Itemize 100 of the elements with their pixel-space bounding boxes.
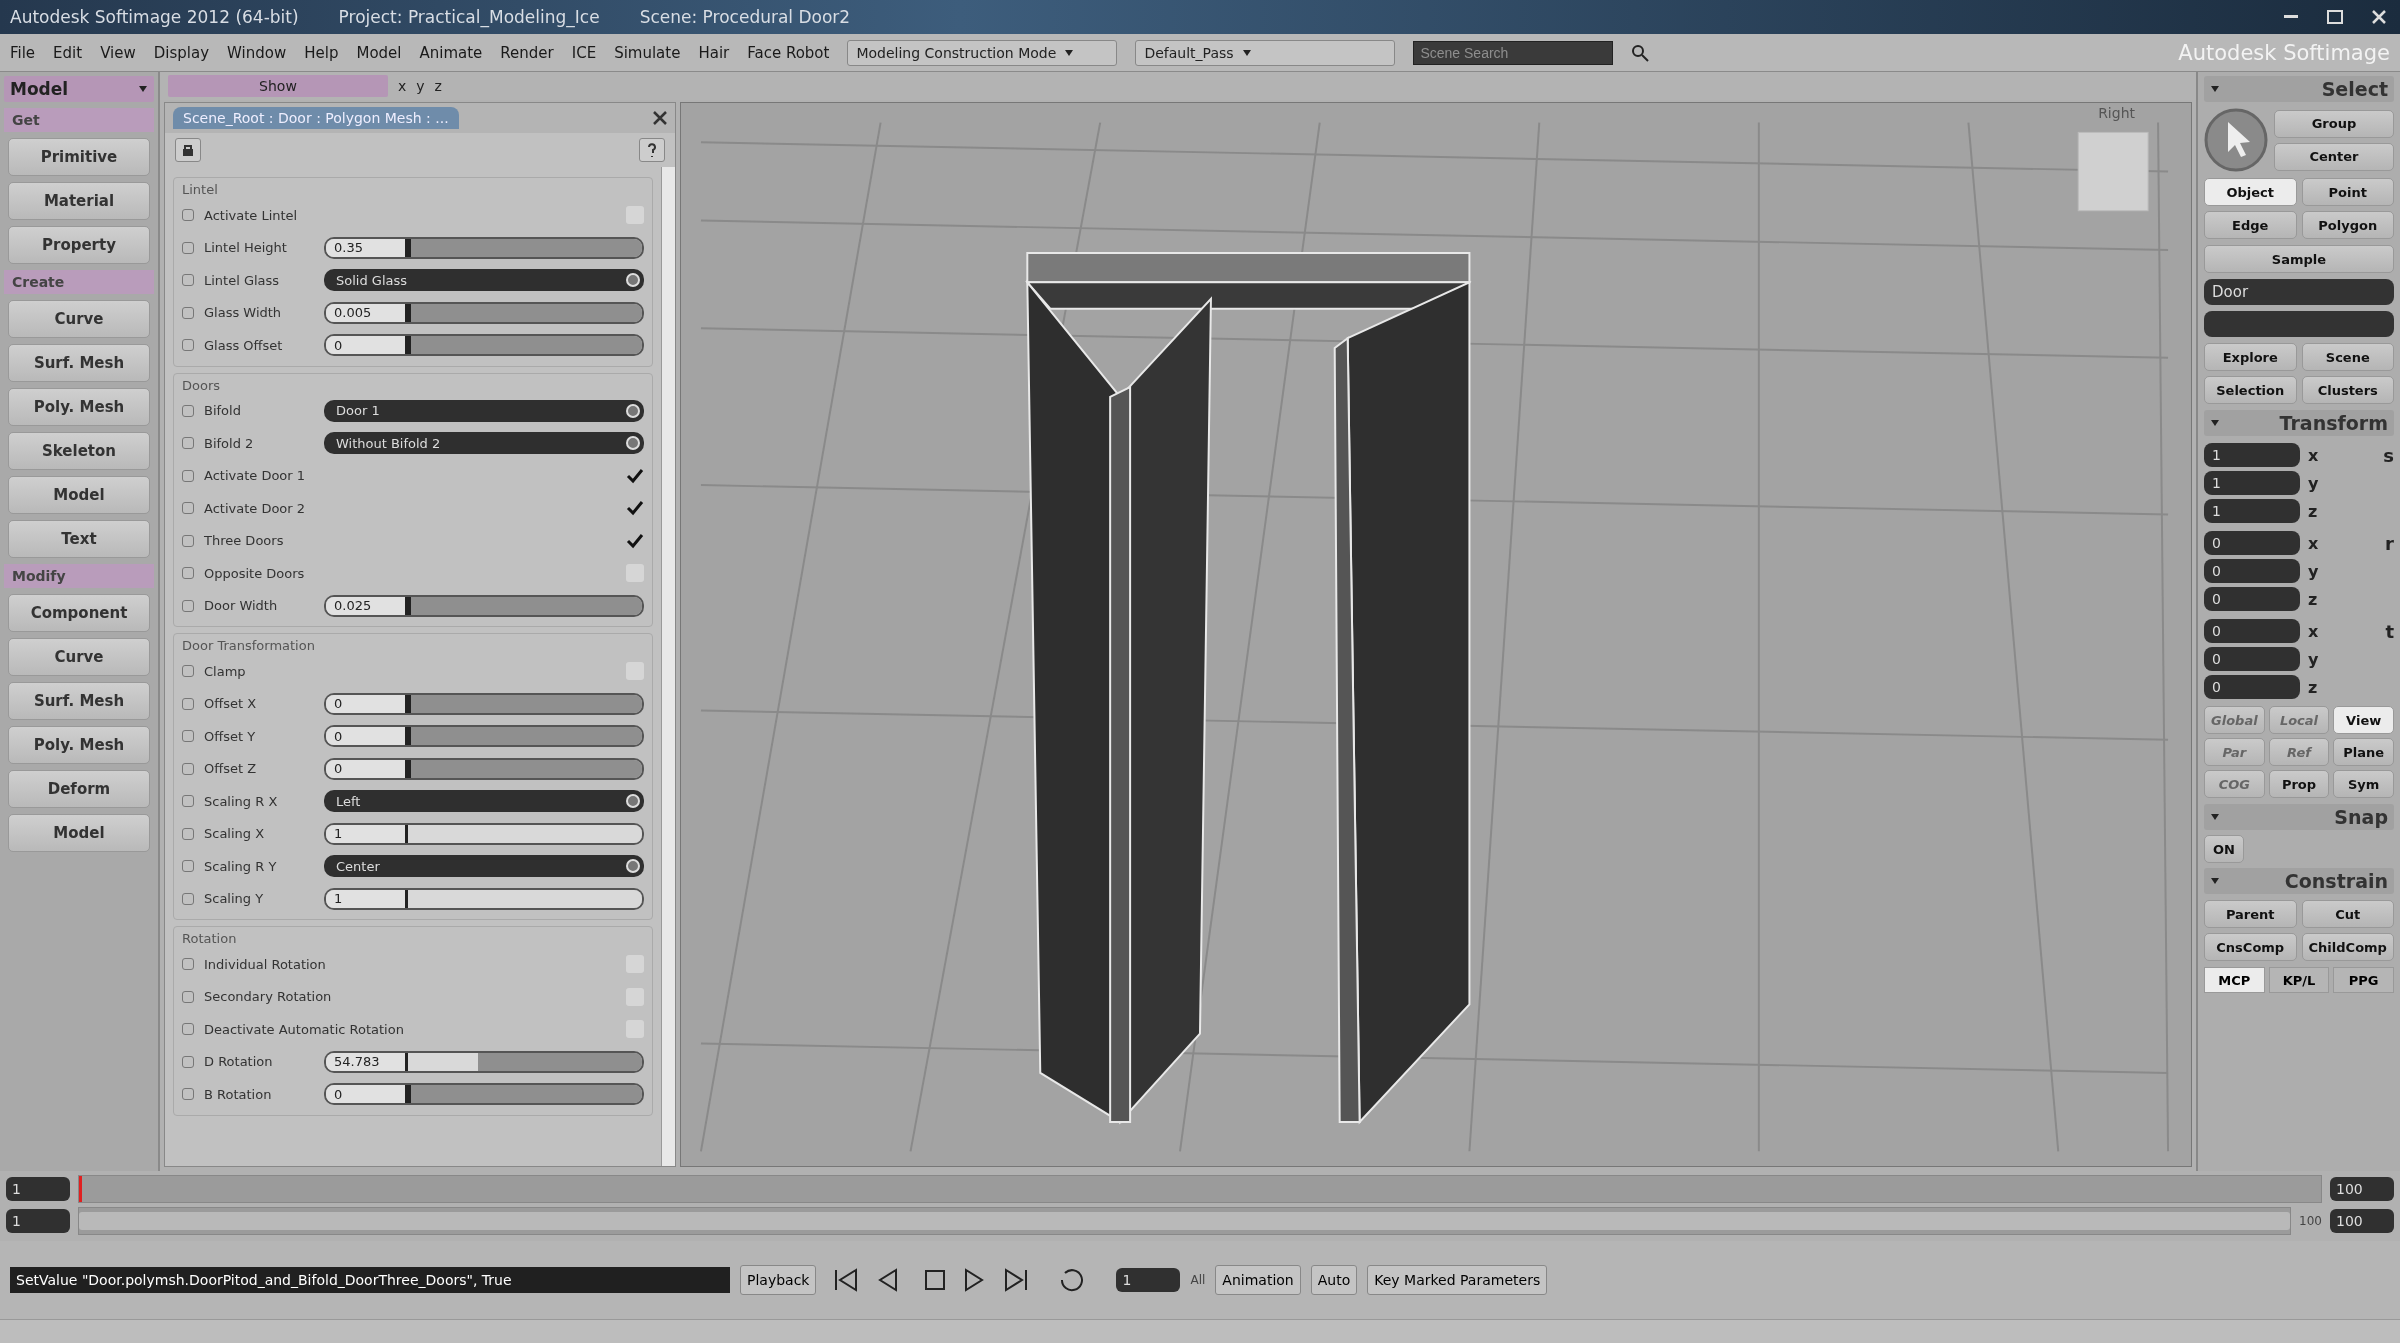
- tool-button[interactable]: Property: [8, 226, 150, 264]
- value-slider[interactable]: 0: [324, 692, 644, 715]
- range-end-field[interactable]: 100: [2330, 1209, 2394, 1233]
- transform-field[interactable]: 0: [2204, 531, 2300, 555]
- checkbox[interactable]: [626, 531, 644, 550]
- animation-key-box[interactable]: [182, 892, 194, 905]
- constrain-button[interactable]: ChildComp: [2301, 933, 2394, 961]
- explore-button[interactable]: Clusters: [2301, 376, 2394, 404]
- menu-item[interactable]: Model: [356, 43, 402, 62]
- tool-button[interactable]: Text: [8, 520, 150, 558]
- explore-button[interactable]: Scene: [2301, 343, 2394, 371]
- animation-key-box[interactable]: [182, 339, 194, 352]
- menu-item[interactable]: Hair: [698, 43, 730, 62]
- help-icon[interactable]: [639, 138, 665, 162]
- animation-key-box[interactable]: [182, 274, 194, 287]
- scrollbar[interactable]: [661, 167, 675, 1166]
- value-slider[interactable]: 0.35: [324, 236, 644, 259]
- transform-mode-toggle[interactable]: r: [2385, 532, 2394, 554]
- animation-key-box[interactable]: [182, 1055, 194, 1068]
- pass-dropdown[interactable]: Default_Pass: [1135, 39, 1396, 66]
- panel-tab[interactable]: PPG: [2333, 967, 2394, 993]
- axis-toggle[interactable]: z: [434, 78, 442, 94]
- checkbox[interactable]: [626, 499, 644, 518]
- animation-key-box[interactable]: [182, 665, 194, 678]
- sample-button[interactable]: Sample: [2204, 245, 2394, 273]
- menu-item[interactable]: File: [10, 43, 36, 62]
- maximize-icon[interactable]: [2324, 8, 2346, 26]
- transform-mode-toggle[interactable]: t: [2385, 620, 2394, 642]
- tool-button[interactable]: Surf. Mesh: [8, 344, 150, 382]
- tool-button[interactable]: Model: [8, 476, 150, 514]
- tool-button[interactable]: Poly. Mesh: [8, 726, 150, 764]
- constrain-button[interactable]: Parent: [2204, 900, 2297, 928]
- explore-button[interactable]: Explore: [2204, 343, 2297, 371]
- menu-item[interactable]: Animate: [419, 43, 483, 62]
- key-marked-parameters-button[interactable]: Key Marked Parameters: [1367, 1265, 1548, 1295]
- tool-button[interactable]: Primitive: [8, 138, 150, 176]
- menu-item[interactable]: Face Robot: [747, 43, 830, 62]
- axis-toggle[interactable]: x: [398, 78, 407, 94]
- select-button[interactable]: Group: [2274, 109, 2394, 138]
- menu-item[interactable]: Window: [227, 43, 287, 62]
- panel-tab[interactable]: MCP: [2204, 967, 2265, 993]
- transform-field[interactable]: 0: [2204, 619, 2300, 643]
- animation-key-box[interactable]: [182, 1023, 194, 1036]
- checkbox[interactable]: [626, 466, 644, 485]
- close-icon[interactable]: [653, 111, 667, 125]
- tool-button[interactable]: Curve: [8, 300, 150, 338]
- animation-key-box[interactable]: [182, 599, 194, 612]
- animation-key-box[interactable]: [182, 209, 194, 222]
- transform-mode-toggle[interactable]: s: [2383, 444, 2394, 466]
- value-slider[interactable]: 1: [324, 887, 644, 910]
- playback-button[interactable]: Playback: [740, 1265, 817, 1295]
- value-slider[interactable]: 0: [324, 334, 644, 357]
- dropdown[interactable]: Left: [324, 790, 644, 813]
- space-button[interactable]: Prop: [2268, 770, 2330, 798]
- mode-dropdown[interactable]: Modeling Construction Mode: [847, 39, 1118, 66]
- auto-key-button[interactable]: Auto: [1310, 1265, 1358, 1295]
- filter-field[interactable]: [2204, 311, 2394, 337]
- animation-key-box[interactable]: [182, 1088, 194, 1101]
- frame-field[interactable]: 1: [1116, 1268, 1181, 1292]
- animation-key-box[interactable]: [182, 990, 194, 1003]
- axis-toggle[interactable]: y: [416, 78, 425, 94]
- transform-field[interactable]: 1: [2204, 471, 2300, 495]
- animation-key-box[interactable]: [182, 730, 194, 743]
- select-button[interactable]: Center: [2274, 142, 2394, 171]
- animation-key-box[interactable]: [182, 241, 194, 254]
- panel-tab[interactable]: KP/L: [2268, 967, 2330, 993]
- command-field[interactable]: SetValue "Door.polymsh.DoorPitod_and_Bifold_DoorThree_Doors", True: [10, 1267, 730, 1293]
- selection-mode-button[interactable]: Object: [2204, 178, 2297, 206]
- menu-item[interactable]: View: [100, 43, 136, 62]
- menu-item[interactable]: Display: [153, 43, 210, 62]
- end-frame-field[interactable]: 100: [2330, 1177, 2394, 1201]
- value-slider[interactable]: 0: [324, 757, 644, 780]
- value-slider[interactable]: 0.005: [324, 301, 644, 324]
- range-start-field[interactable]: 1: [6, 1209, 70, 1233]
- space-button[interactable]: Plane: [2333, 738, 2394, 766]
- start-frame-field[interactable]: 1: [6, 1177, 70, 1201]
- animation-key-box[interactable]: [182, 860, 194, 873]
- menu-item[interactable]: Simulate: [614, 43, 681, 62]
- animation-key-box[interactable]: [182, 306, 194, 319]
- menu-item[interactable]: Edit: [53, 43, 83, 62]
- animation-key-box[interactable]: [182, 827, 194, 840]
- menu-item[interactable]: Render: [500, 43, 554, 62]
- explore-button[interactable]: Selection: [2204, 376, 2297, 404]
- tool-button[interactable]: Curve: [8, 638, 150, 676]
- animation-key-box[interactable]: [182, 502, 194, 515]
- value-slider[interactable]: 0: [324, 725, 644, 748]
- dropdown[interactable]: Solid Glass: [324, 269, 644, 292]
- value-slider[interactable]: 1: [324, 822, 644, 845]
- module-dropdown[interactable]: Model: [4, 76, 154, 102]
- timeline-ruler[interactable]: [78, 1175, 2322, 1203]
- transform-field[interactable]: 0: [2204, 675, 2300, 699]
- tool-button[interactable]: Material: [8, 182, 150, 220]
- selection-mode-button[interactable]: Edge: [2204, 211, 2297, 239]
- animation-key-box[interactable]: [182, 958, 194, 971]
- transform-field[interactable]: 0: [2204, 559, 2300, 583]
- selection-mode-button[interactable]: Point: [2301, 178, 2394, 206]
- dropdown[interactable]: Door 1: [324, 399, 644, 422]
- dropdown[interactable]: Without Bifold 2: [324, 432, 644, 455]
- snap-toggle[interactable]: ON: [2204, 835, 2244, 863]
- animation-key-box[interactable]: [182, 469, 194, 482]
